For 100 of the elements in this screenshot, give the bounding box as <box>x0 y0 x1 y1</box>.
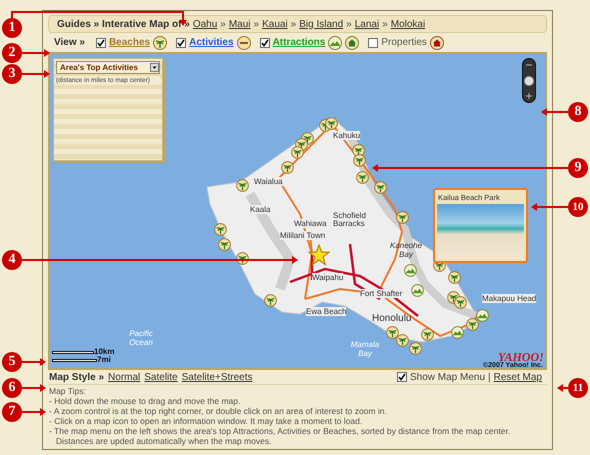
checkbox[interactable] <box>260 38 270 48</box>
tip-text: - Click on a map icon to open an information window. It may take a moment to load. <box>49 416 364 426</box>
checkbox[interactable] <box>396 372 407 382</box>
callout-number: 11 <box>568 378 588 398</box>
callout-number: 6 <box>2 378 22 398</box>
palm-marker-icon[interactable] <box>396 211 409 224</box>
scale-label: 7mi <box>97 356 111 364</box>
map-style-link[interactable]: Satelite <box>144 370 178 384</box>
callout-arrow <box>22 70 50 78</box>
callout-arrow <box>531 203 568 211</box>
link-separator: | <box>488 370 491 384</box>
map-place-label: Mililani Town <box>280 231 326 240</box>
zoom-slider[interactable] <box>522 58 536 103</box>
callout-number: 3 <box>2 64 22 84</box>
breadcrumb-separator: » <box>382 18 388 32</box>
map-place-label: Waialua <box>254 177 283 186</box>
palm-marker-icon[interactable] <box>281 161 294 174</box>
layer-link[interactable]: Activities <box>189 35 234 50</box>
tip-text: - Hold down the mouse to drag and move the map. <box>49 396 242 406</box>
palm-marker-icon[interactable] <box>214 223 227 236</box>
breadcrumb-link[interactable]: Maui <box>228 16 251 32</box>
zoom-out-icon[interactable] <box>526 62 532 68</box>
mountain-marker-icon[interactable] <box>451 326 464 339</box>
tip-text: - The map menu on the left shows the area's top Attractions, Activities or Beaches, sorted by distance from the map center. <box>49 426 512 436</box>
palm-marker-icon[interactable] <box>353 154 366 167</box>
zoom-in-icon[interactable] <box>526 93 532 99</box>
palm-marker-icon[interactable] <box>236 252 249 265</box>
mountain-marker-icon[interactable] <box>476 309 489 322</box>
palm-marker-icon[interactable] <box>264 294 277 307</box>
map-place-label: Honolulu <box>372 312 412 326</box>
map-place-label: Ewa Beach <box>306 307 346 316</box>
callout-number: 9 <box>568 158 588 178</box>
palm-marker-icon[interactable] <box>409 342 422 355</box>
tip-text: - A zoom control is at the top right corner, or double click on an area of interest to zoom in. <box>49 406 388 416</box>
scale-bar <box>52 350 94 354</box>
palm-marker-icon[interactable] <box>291 146 304 159</box>
callout-number: 4 <box>2 250 22 270</box>
mountain-icon <box>328 36 342 50</box>
map-style-link[interactable]: Satelite+Streets <box>182 370 252 384</box>
map-style-link[interactable]: Normal <box>108 370 140 384</box>
map-place-label: Makapuu Head <box>482 294 536 303</box>
palm-marker-icon[interactable] <box>448 271 461 284</box>
palm-marker-icon[interactable] <box>218 238 231 251</box>
map-place-label: Kaala <box>250 205 270 214</box>
map-place-label: Wahiawa <box>294 219 327 228</box>
palm-icon <box>153 36 168 50</box>
callout-number: 7 <box>2 402 22 422</box>
yahoo-logo: YAHOO! <box>498 351 544 363</box>
caret-icon <box>150 63 159 72</box>
star-marker-icon[interactable] <box>308 244 330 266</box>
zoom-thumb[interactable] <box>524 76 534 86</box>
palm-marker-icon[interactable] <box>236 179 249 192</box>
callout-arrow <box>22 358 46 366</box>
palm-marker-icon[interactable] <box>454 296 467 309</box>
show-map-menu-label: Show Map Menu <box>410 370 486 384</box>
palm-marker-icon[interactable] <box>396 334 409 347</box>
breadcrumb-link[interactable]: Molokai <box>390 16 426 32</box>
reset-map-link[interactable]: Reset Map <box>494 370 542 384</box>
callout-number: 10 <box>568 197 588 217</box>
palm-marker-icon[interactable] <box>325 117 338 130</box>
breadcrumb-link[interactable]: Oahu <box>192 16 218 32</box>
breadcrumb-link[interactable]: Big Island <box>299 16 344 32</box>
callout-number: 8 <box>568 102 588 122</box>
callout-number: 5 <box>2 352 22 372</box>
callout-number: 2 <box>2 43 22 63</box>
palm-marker-icon[interactable] <box>421 328 434 341</box>
map-view[interactable] <box>48 52 547 370</box>
layer-label: Properties <box>381 36 427 50</box>
house-icon <box>345 36 360 50</box>
breadcrumb-separator: » <box>220 18 226 32</box>
mountain-marker-icon[interactable] <box>411 284 424 297</box>
callout-arrow <box>22 49 50 57</box>
checkbox[interactable] <box>96 38 106 48</box>
palm-marker-icon[interactable] <box>356 171 369 184</box>
breadcrumb-separator: » <box>254 18 260 32</box>
callout-arrow <box>541 108 568 116</box>
map-place-label: Mamala Bay <box>350 340 380 358</box>
palm-marker-icon[interactable] <box>386 326 399 339</box>
map-place-label: Pacific Ocean <box>128 329 154 347</box>
scale-bar <box>52 358 97 362</box>
scale-label: 10km <box>94 348 114 356</box>
mountain-marker-icon[interactable] <box>404 264 417 277</box>
breadcrumb-link[interactable]: Lanai <box>354 16 380 32</box>
palm-marker-icon[interactable] <box>374 181 387 194</box>
map-style-label: Map Style » <box>49 370 104 384</box>
callout-arrow <box>22 408 46 416</box>
checkbox[interactable] <box>368 38 378 48</box>
view-label: View » <box>54 36 85 50</box>
map-menu-dropdown[interactable]: Area's Top Activities <box>56 61 160 74</box>
breadcrumb-separator: » <box>346 18 352 32</box>
checkbox[interactable] <box>176 38 186 48</box>
breadcrumb-link[interactable]: Kauai <box>262 16 288 32</box>
tip-text: Distances are upded automatically when the map moves. <box>55 436 272 446</box>
palm-marker-icon[interactable] <box>466 318 479 331</box>
map-place-label: Kahuku <box>333 131 360 140</box>
tips-title: Map Tips: <box>49 386 87 396</box>
callout-number: 1 <box>2 18 22 38</box>
map-place-label: Waipahu <box>312 273 344 282</box>
breadcrumb-separator: » <box>290 18 296 32</box>
callout-arrow <box>22 384 46 392</box>
